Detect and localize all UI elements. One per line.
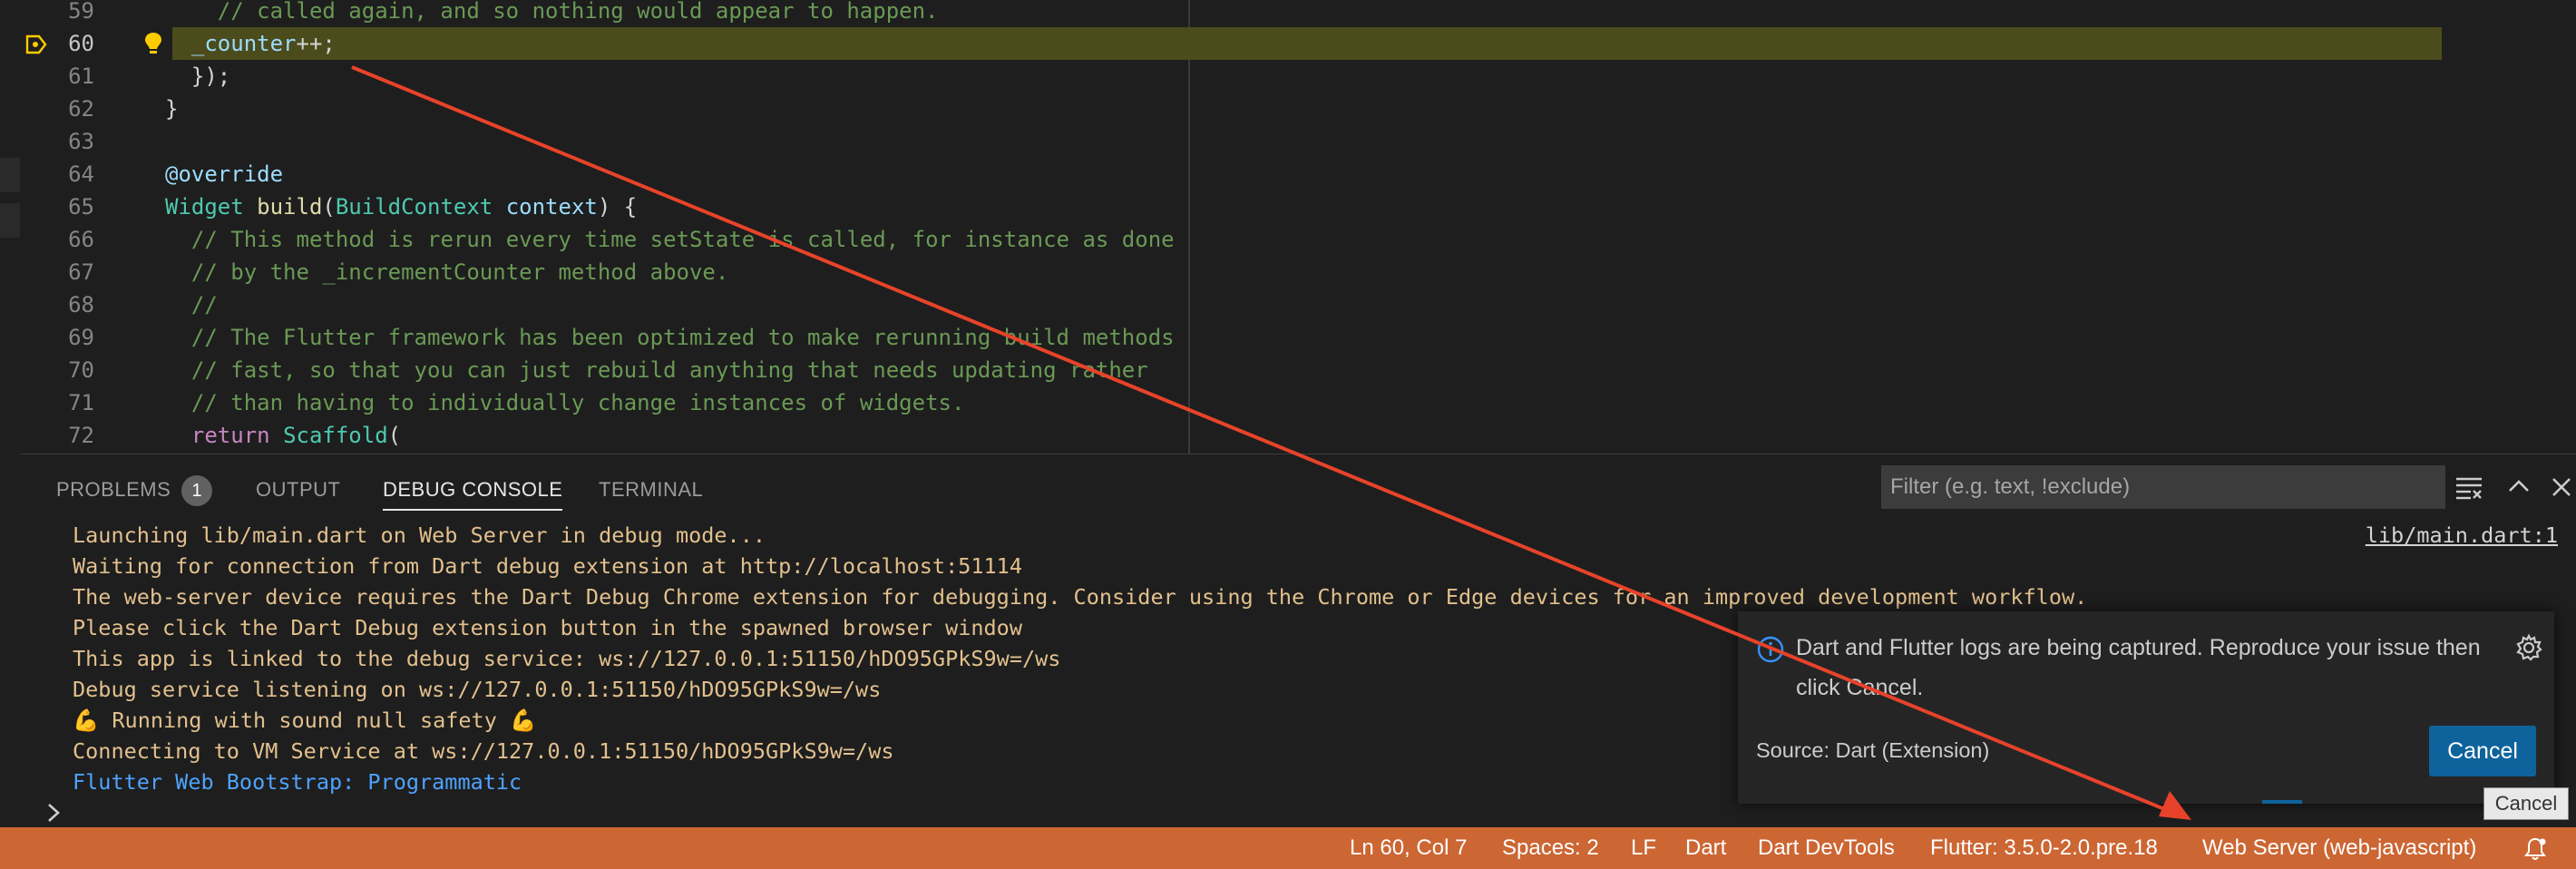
code-text: _counter++;: [190, 31, 336, 56]
status-line-ending[interactable]: LF: [1631, 827, 1656, 869]
current-line-highlight: [172, 27, 2442, 60]
cancel-button[interactable]: Cancel: [2429, 726, 2536, 776]
code-line[interactable]: 69 // The Flutter framework has been opt…: [0, 321, 2576, 354]
close-panel-icon[interactable]: [2545, 471, 2576, 503]
line-number: 71: [68, 390, 94, 415]
tab-debug-console-label: DEBUG CONSOLE: [383, 478, 563, 501]
line-number: 59: [68, 0, 94, 24]
console-prompt-chevron-icon[interactable]: [42, 799, 78, 826]
console-line: Debug service listening on ws://127.0.0.…: [73, 677, 882, 702]
code-text: // The Flutter framework has been optimi…: [190, 325, 1175, 350]
gear-icon[interactable]: [2514, 633, 2543, 662]
code-text: return Scaffold(: [190, 423, 402, 448]
code-line[interactable]: 72 return Scaffold(: [0, 419, 2576, 452]
line-number: 65: [68, 194, 94, 220]
notification-toast: Dart and Flutter logs are being captured…: [1738, 611, 2554, 804]
cancel-tooltip: Cancel: [2483, 787, 2569, 820]
code-text: // by the _incrementCounter method above…: [190, 259, 729, 285]
line-number: 70: [68, 357, 94, 383]
line-number: 64: [68, 161, 94, 187]
line-number: 60: [68, 31, 94, 56]
code-line[interactable]: 62}: [0, 93, 2576, 125]
code-line[interactable]: 65 Widget build(BuildContext context) {: [0, 190, 2576, 223]
code-text: });: [190, 63, 231, 89]
code-text: // This method is rerun every time setSt…: [190, 227, 1175, 252]
code-line[interactable]: 68 //: [0, 288, 2576, 321]
line-number: 68: [68, 292, 94, 317]
toast-scroll-indicator: [2262, 800, 2302, 804]
code-text: // than having to individually change in…: [190, 390, 965, 415]
tab-debug-console[interactable]: DEBUG CONSOLE: [383, 474, 563, 511]
notification-source: Source: Dart (Extension): [1756, 738, 1990, 762]
code-text: @override: [165, 161, 284, 187]
line-number: 66: [68, 227, 94, 252]
code-line[interactable]: 66 // This method is rerun every time se…: [0, 223, 2576, 256]
console-line: Flutter Web Bootstrap: Programmatic: [73, 769, 522, 795]
tab-output-label: OUTPUT: [256, 478, 341, 501]
lightbulb-icon[interactable]: [142, 31, 164, 56]
tab-output[interactable]: OUTPUT: [256, 474, 340, 511]
code-text: // fast, so that you can just rebuild an…: [190, 357, 1148, 383]
line-number: 72: [68, 423, 94, 448]
code-text: //: [190, 292, 218, 317]
code-editor[interactable]: 59 // called again, and so nothing would…: [0, 0, 2576, 454]
maximize-panel-icon[interactable]: [2503, 471, 2535, 503]
status-dart-devtools[interactable]: Dart DevTools: [1758, 827, 1895, 869]
console-line: Connecting to VM Service at ws://127.0.0…: [73, 738, 894, 764]
console-line: Launching lib/main.dart on Web Server in…: [73, 522, 766, 548]
code-line[interactable]: 61 });: [0, 60, 2576, 93]
status-language-mode[interactable]: Dart: [1685, 827, 1726, 869]
code-line[interactable]: 63: [0, 125, 2576, 158]
status-cursor-position[interactable]: Ln 60, Col 7: [1350, 827, 1467, 869]
code-line[interactable]: 64 @override: [0, 158, 2576, 190]
console-line: Please click the Dart Debug extension bu…: [73, 615, 1022, 640]
tab-problems[interactable]: PROBLEMS 1: [56, 474, 213, 511]
code-line[interactable]: 59 // called again, and so nothing would…: [0, 0, 2576, 27]
notification-message: Dart and Flutter logs are being captured…: [1796, 635, 2481, 700]
console-filter-input[interactable]: [1881, 465, 2445, 509]
source-link[interactable]: lib/main.dart:1: [2366, 520, 2558, 551]
status-indentation[interactable]: Spaces: 2: [1502, 827, 1599, 869]
console-line: 💪 Running with sound null safety 💪: [73, 708, 537, 733]
tab-terminal-label: TERMINAL: [599, 478, 704, 501]
notification-bell-icon[interactable]: [2523, 836, 2547, 862]
line-number: 69: [68, 325, 94, 350]
code-text: Widget build(BuildContext context) {: [165, 194, 638, 220]
console-line: Waiting for connection from Dart debug e…: [73, 553, 1022, 579]
code-line[interactable]: 71 // than having to individually change…: [0, 386, 2576, 419]
console-line: The web-server device requires the Dart …: [73, 584, 2088, 610]
status-flutter-version[interactable]: Flutter: 3.5.0-2.0.pre.18: [1930, 827, 2158, 869]
status-device[interactable]: Web Server (web-javascript): [2202, 827, 2476, 869]
line-number: 62: [68, 96, 94, 122]
clear-console-icon[interactable]: [2453, 471, 2485, 503]
code-text: // called again, and so nothing would ap…: [217, 0, 939, 24]
code-line[interactable]: 60 _counter++;: [0, 27, 2576, 60]
line-number: 67: [68, 259, 94, 285]
console-line: This app is linked to the debug service:…: [73, 646, 1061, 671]
line-number: 63: [68, 129, 94, 154]
code-text: }: [165, 96, 179, 122]
tab-terminal[interactable]: TERMINAL: [599, 474, 703, 511]
tab-problems-label: PROBLEMS: [56, 478, 171, 501]
code-line[interactable]: 67 // by the _incrementCounter method ab…: [0, 256, 2576, 288]
info-icon: [1757, 636, 1784, 663]
status-bar: Ln 60, Col 7 Spaces: 2 LF Dart Dart DevT…: [0, 827, 2576, 869]
code-line[interactable]: 70 // fast, so that you can just rebuild…: [0, 354, 2576, 386]
debug-paused-icon[interactable]: [24, 34, 48, 55]
panel-tabs: PROBLEMS 1 OUTPUT DEBUG CONSOLE TERMINAL: [20, 454, 2576, 520]
line-number: 61: [68, 63, 94, 89]
problems-count-badge: 1: [181, 475, 213, 506]
